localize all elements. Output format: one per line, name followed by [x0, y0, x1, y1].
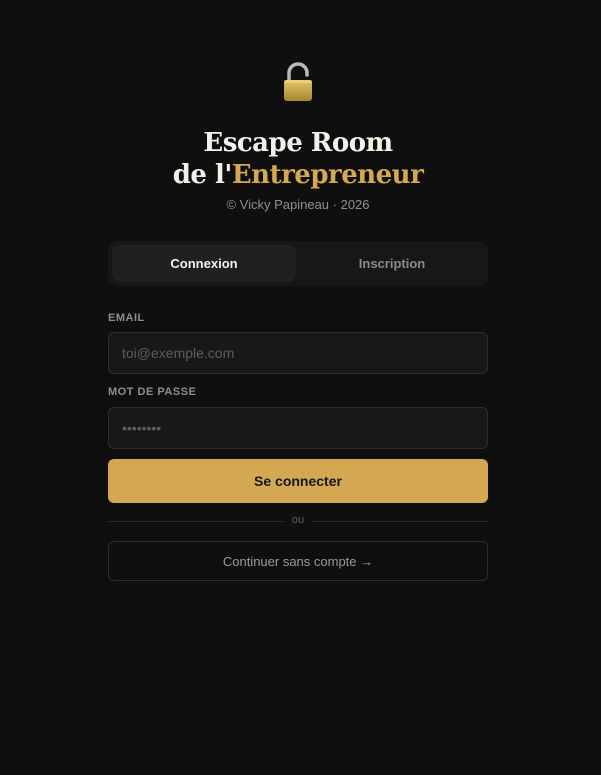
- guest-continue-button[interactable]: Continuer sans compte →: [108, 541, 488, 581]
- open-padlock-icon: [284, 62, 312, 101]
- login-button[interactable]: Se connecter: [108, 459, 488, 503]
- tab-inscription[interactable]: Inscription: [300, 245, 484, 282]
- title-accent: Entrepreneur: [231, 160, 424, 190]
- password-label: MOT DE PASSE: [108, 386, 197, 398]
- app-title-line-2: de l'Entrepreneur: [108, 159, 488, 191]
- email-label: EMAIL: [108, 312, 145, 324]
- tab-connexion[interactable]: Connexion: [112, 245, 296, 282]
- copyright-credit: © Vicky Papineau · 2026: [226, 197, 370, 212]
- divider-line-left: [108, 521, 284, 522]
- email-input[interactable]: [108, 332, 488, 374]
- divider-text: ou: [291, 514, 305, 526]
- divider-line-right: [312, 521, 488, 522]
- title-prefix: de l': [172, 160, 233, 190]
- password-input[interactable]: [108, 407, 488, 449]
- auth-tabs: Connexion Inscription: [108, 241, 488, 286]
- app-title-line-1: Escape Room: [203, 128, 393, 158]
